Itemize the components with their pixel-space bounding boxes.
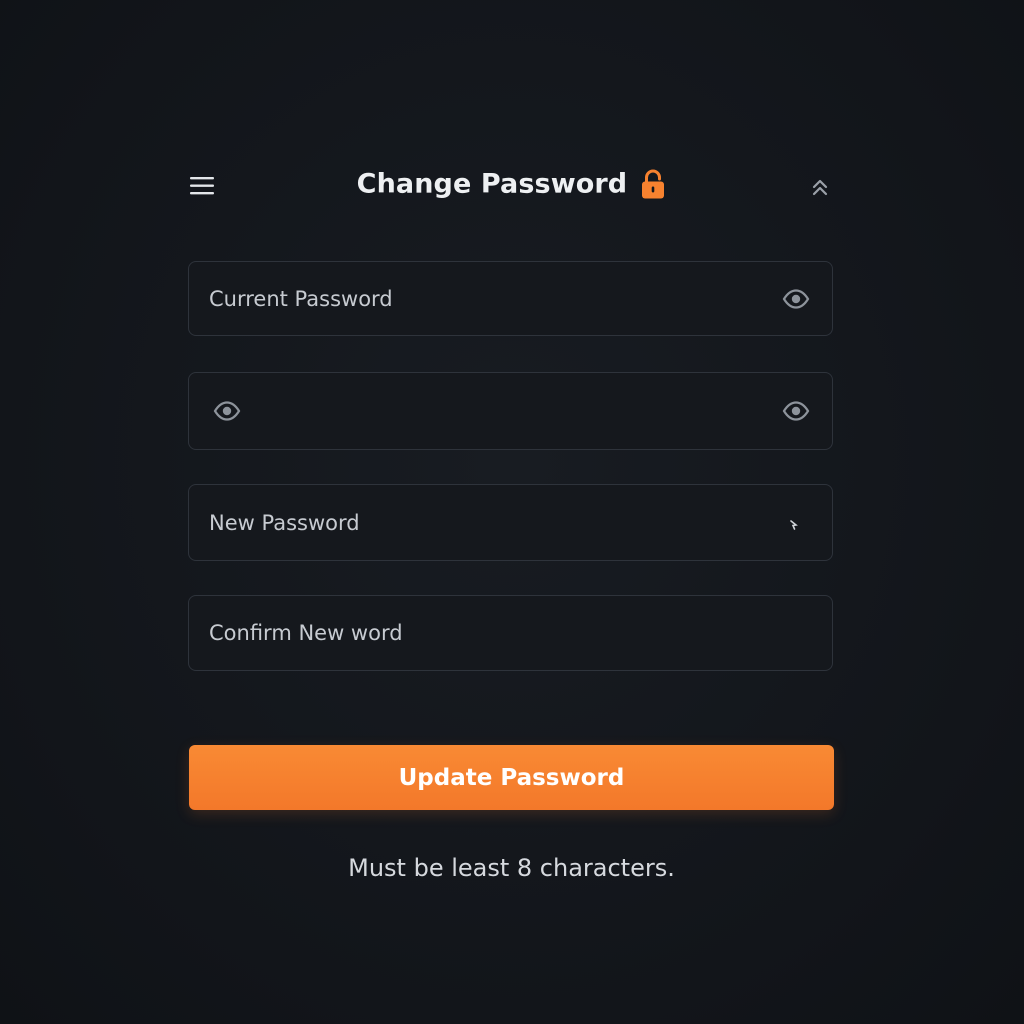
page-title-group: Change Password: [188, 168, 835, 200]
new-password-input[interactable]: [189, 485, 832, 560]
current-password-field: [188, 261, 833, 336]
change-password-screen: Change Password Update Password Must be …: [0, 0, 1024, 1024]
cursor-icon: [790, 515, 798, 530]
page-title: Change Password: [356, 168, 628, 200]
header-bar: Change Password: [188, 160, 835, 212]
confirm-password-input[interactable]: [189, 596, 832, 670]
chevron-up-icon[interactable]: [809, 176, 831, 198]
current-password-input[interactable]: [189, 262, 832, 335]
eye-icon[interactable]: [782, 288, 810, 309]
password-hint: Must be least 8 characters.: [348, 854, 675, 882]
eye-icon[interactable]: [782, 401, 810, 421]
password-field: [188, 372, 833, 450]
update-password-button[interactable]: Update Password: [189, 745, 834, 810]
confirm-password-field: [188, 595, 833, 671]
new-password-field: [188, 484, 833, 561]
password-input[interactable]: [189, 373, 832, 449]
eye-icon[interactable]: [213, 401, 241, 421]
lock-icon: [640, 168, 666, 200]
